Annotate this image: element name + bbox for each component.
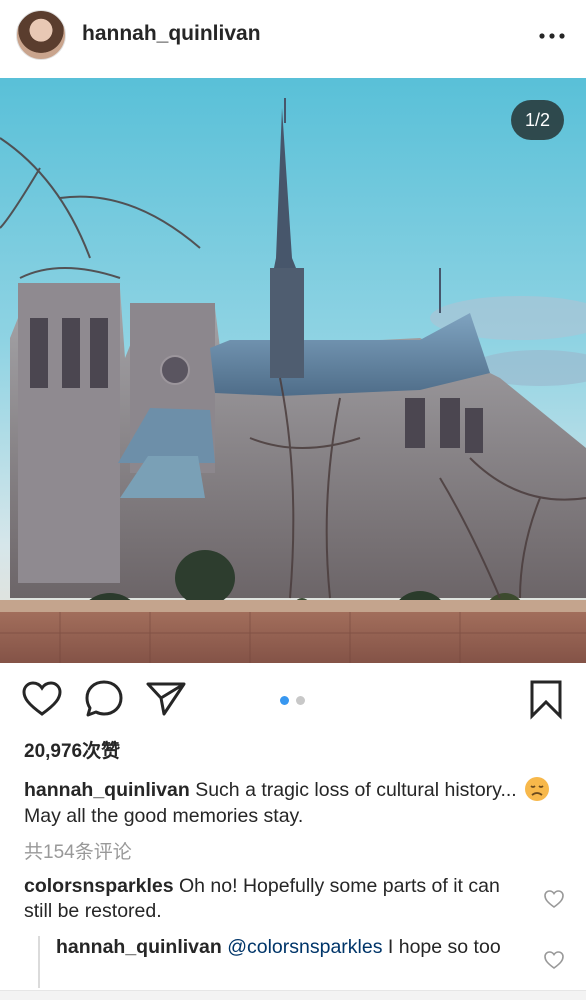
reply-item: hannah_quinlivan @colorsnsparkles I hope… [56, 935, 524, 960]
post-caption: hannah_quinlivan Such a tragic loss of c… [24, 776, 569, 829]
bookmark-icon[interactable] [524, 678, 568, 722]
image-counter-badge: 1/2 [511, 100, 564, 140]
more-icon[interactable] [536, 24, 568, 48]
paper-plane-icon[interactable] [144, 678, 188, 722]
disappointed-face-emoji-icon [524, 776, 550, 802]
caption-text: Such a tragic loss of cultural history..… [195, 779, 517, 801]
caption-username[interactable]: hannah_quinlivan [24, 779, 190, 801]
reply-thread-line [38, 936, 40, 988]
reply-like-heart-icon[interactable] [543, 950, 565, 970]
post-header: hannah_quinlivan [0, 0, 586, 78]
like-count[interactable]: 20,976次赞 [24, 736, 120, 763]
bottom-edge [0, 990, 586, 1000]
comment-username[interactable]: colorsnsparkles [24, 875, 174, 897]
comment-item: colorsnsparkles Oh no! Hopefully some pa… [24, 874, 524, 924]
carousel-dot-inactive [296, 696, 305, 705]
carousel-dot-active [280, 696, 289, 705]
reply-username[interactable]: hannah_quinlivan [56, 936, 222, 958]
heart-icon[interactable] [20, 678, 64, 722]
caption-text-continued: May all the good memories stay. [24, 805, 304, 827]
comment-like-heart-icon[interactable] [543, 889, 565, 909]
comment-bubble-icon[interactable] [82, 678, 126, 722]
reply-mention-link[interactable]: @colorsnsparkles [227, 936, 382, 958]
carousel-indicator [280, 696, 310, 706]
post-photo[interactable] [0, 78, 586, 663]
reply-text: I hope so too [387, 936, 501, 958]
view-all-comments-link[interactable]: 共154条评论 [24, 837, 132, 864]
avatar[interactable] [16, 10, 66, 60]
post-username[interactable]: hannah_quinlivan [82, 22, 261, 46]
